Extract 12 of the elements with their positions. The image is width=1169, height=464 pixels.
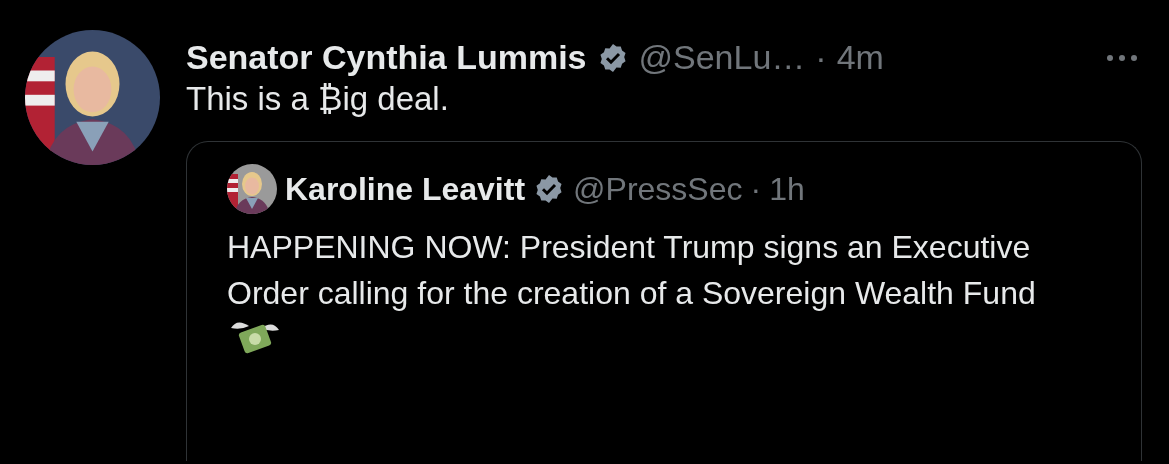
timestamp[interactable]: 1h [769, 170, 805, 208]
quote-card[interactable]: Karoline Leavitt @PressSec · 1h HAPPENING NOW: President Trump signs an Executive Order calling for the creation of a Sovereign Wealth Fund [186, 141, 1142, 461]
author-handle[interactable]: @SenLu… [638, 38, 806, 77]
author-handle[interactable]: @PressSec [573, 170, 743, 208]
timestamp[interactable]: 4m [836, 38, 884, 77]
more-icon[interactable] [1105, 52, 1139, 63]
author-name[interactable]: Karoline Leavitt [285, 170, 526, 208]
separator: · [750, 170, 762, 208]
quote-text: HAPPENING NOW: President Trump signs an Executive Order calling for the creation of a Sovereign Wealth Fund [227, 229, 1036, 311]
author-name[interactable]: Senator Cynthia Lummis [186, 38, 587, 77]
separator: · [815, 38, 827, 77]
tweet-text: This is a ₿ig deal. [186, 79, 450, 119]
